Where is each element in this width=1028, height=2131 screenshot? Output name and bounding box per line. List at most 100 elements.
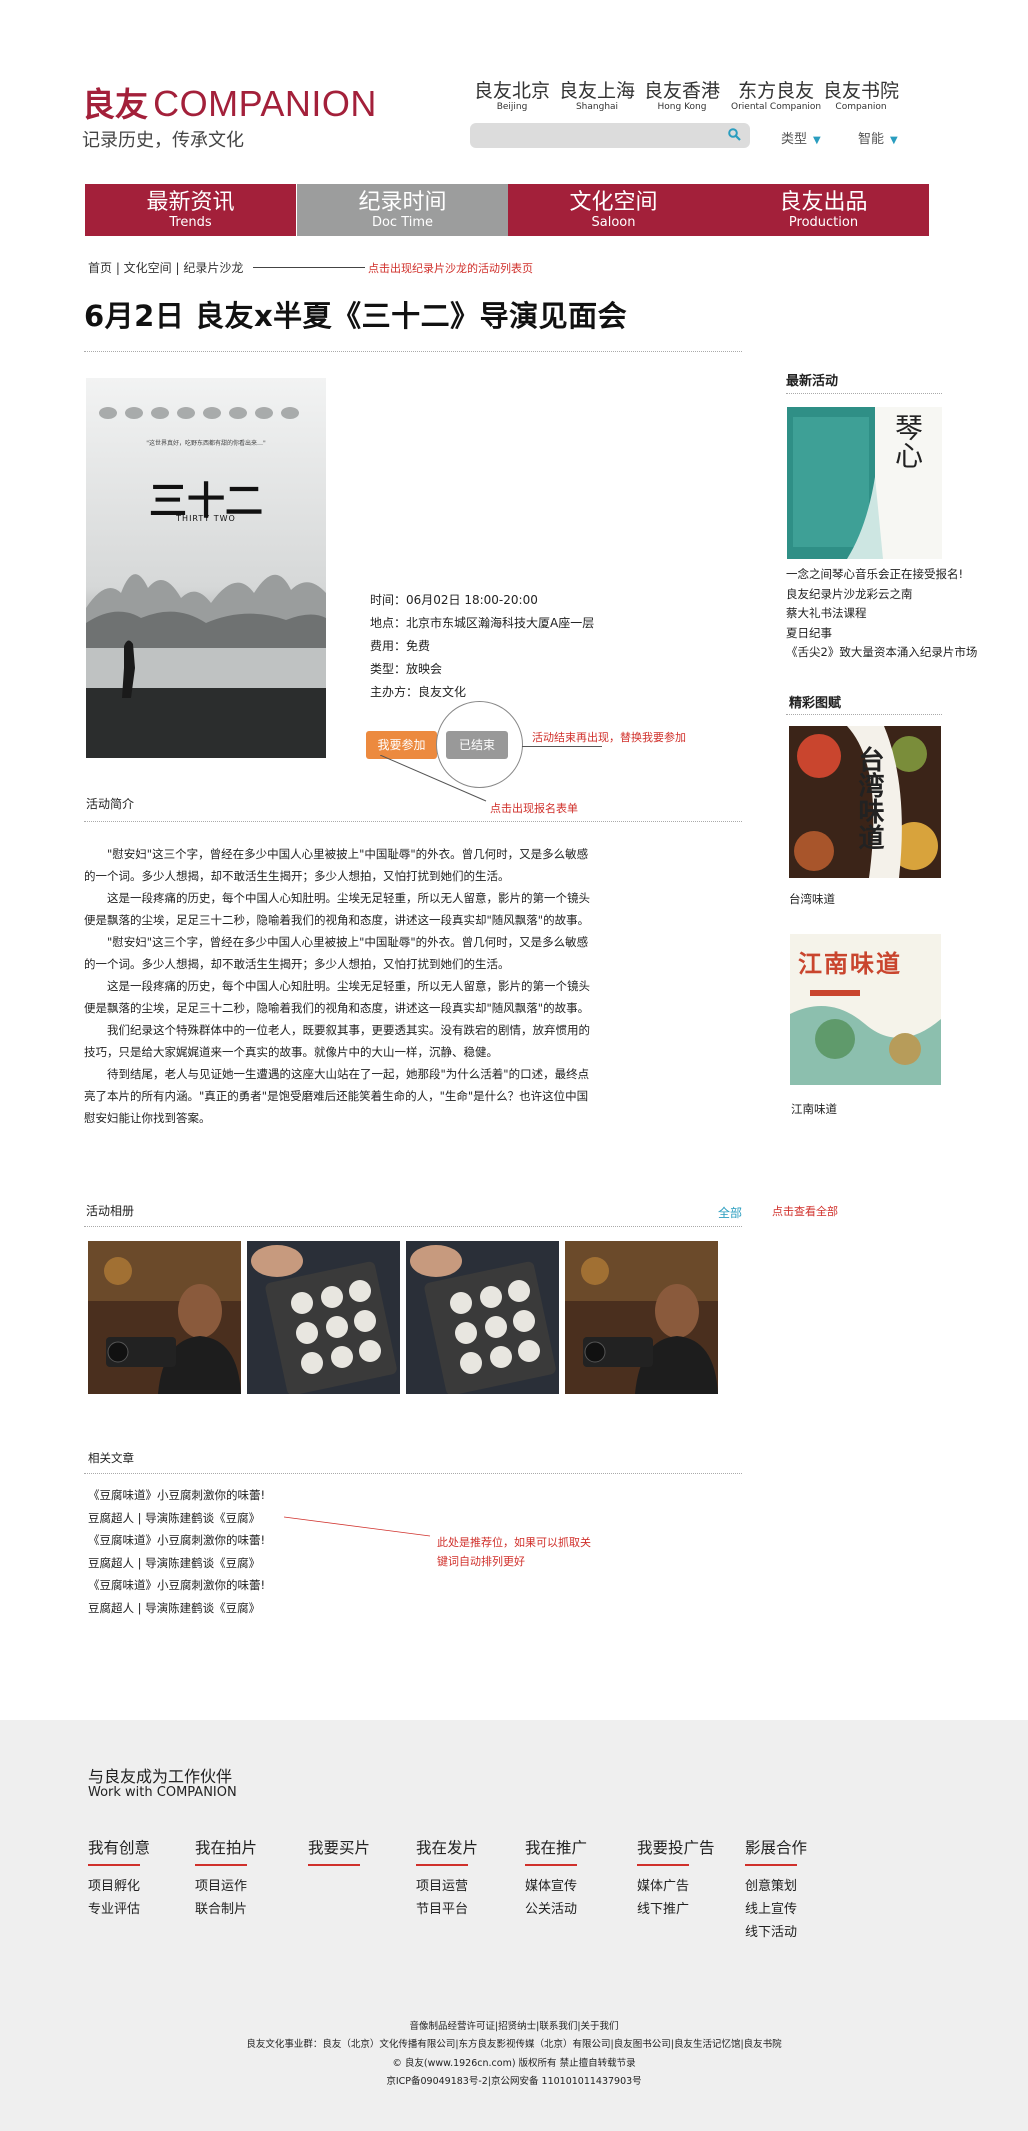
footer-col-title[interactable]: 影展合作 xyxy=(745,1836,807,1858)
divider xyxy=(786,714,942,715)
logo-cn: 良友 xyxy=(82,85,148,124)
latest-item[interactable]: 一念之间琴心音乐会正在接受报名! xyxy=(786,565,977,585)
nav-label-en: Trends xyxy=(169,215,212,230)
footer-col-title[interactable]: 我在推广 xyxy=(525,1836,587,1858)
nav-production[interactable]: 良友出品 Production xyxy=(718,184,929,236)
branch-en: Shanghai xyxy=(575,102,619,112)
taiwan-art-text: 台湾味道 xyxy=(854,746,884,850)
footer-link[interactable]: 创意策划 xyxy=(745,1875,807,1898)
footer-link[interactable]: 项目运营 xyxy=(416,1875,478,1898)
type-dropdown[interactable]: 类型 ▼ xyxy=(781,128,821,147)
branch-shanghai[interactable]: 良友上海 Shanghai xyxy=(559,80,635,112)
footer-underline xyxy=(88,1864,140,1866)
branch-en: Oriental Companion xyxy=(731,102,822,112)
branch-cn: 东方良友 xyxy=(738,80,815,102)
gallery-taiwan[interactable]: 台湾味道 xyxy=(789,726,941,878)
photo-man-camera xyxy=(88,1241,241,1394)
event-type: 类型：放映会 xyxy=(370,662,443,676)
annotation-note: 点击查看全部 xyxy=(772,1205,838,1218)
nav-doc-time[interactable]: 纪录时间 Doc Time xyxy=(297,184,508,236)
album-photo[interactable] xyxy=(565,1241,718,1394)
footer-underline xyxy=(416,1864,468,1866)
footer-underline xyxy=(308,1864,360,1866)
annotation-line xyxy=(380,755,487,802)
nav-label-en: Saloon xyxy=(591,215,636,230)
footer-col-title[interactable]: 我在发片 xyxy=(416,1836,478,1858)
related-link[interactable]: 豆腐超人 | 导演陈建鹤谈《豆腐》 xyxy=(88,1552,265,1575)
footer-link[interactable]: 媒体宣传 xyxy=(525,1875,587,1898)
footer-link[interactable]: 节目平台 xyxy=(416,1898,478,1921)
latest-event-image[interactable]: 琴心 xyxy=(787,407,942,559)
footer-link[interactable]: 媒体广告 xyxy=(637,1875,715,1898)
footer-col-ads: 我要投广告 媒体广告 线下推广 xyxy=(637,1836,715,1921)
footer-col-shooting: 我在拍片 项目运作 联合制片 xyxy=(195,1836,257,1921)
latest-item[interactable]: 蔡大礼书法课程 xyxy=(786,604,977,624)
nav-label-cn: 最新资讯 xyxy=(146,190,235,215)
footer-col-title[interactable]: 我要投广告 xyxy=(637,1836,715,1858)
branch-cn: 良友北京 xyxy=(474,80,551,102)
album-heading: 活动相册 xyxy=(86,1204,135,1218)
type-dropdown-label: 类型 xyxy=(781,132,808,147)
branch-hongkong[interactable]: 良友香港 Hong Kong xyxy=(644,80,720,112)
latest-item[interactable]: 夏日纪事 xyxy=(786,624,977,644)
breadcrumb[interactable]: 首页 | 文化空间 | 纪录片沙龙 xyxy=(88,259,243,276)
footer-link[interactable]: 专业评估 xyxy=(88,1898,150,1921)
intro-paragraph: "慰安妇"这三个字，曾经在多少中国人心里被披上"中国耻辱"的外衣。曾几何时，又是… xyxy=(84,847,589,883)
intro-paragraph: 这是一段疼痛的历史，每个中国人心知肚明。尘埃无足轻重，所以无人留意，影片的第一个… xyxy=(84,979,590,1015)
nav-trends[interactable]: 最新资讯 Trends xyxy=(85,184,296,236)
intro-paragraph: 这是一段疼痛的历史，每个中国人心知肚明。尘埃无足轻重，所以无人留意，影片的第一个… xyxy=(84,891,590,927)
intro-text: "慰安妇"这三个字，曾经在多少中国人心里被披上"中国耻辱"的外衣。曾几何时，又是… xyxy=(84,843,594,1129)
site-logo[interactable]: 良友 COMPANION xyxy=(82,78,377,126)
gallery-jiangnan[interactable]: 江南味道 xyxy=(790,934,941,1085)
footer-link[interactable]: 项目运作 xyxy=(195,1875,257,1898)
footer-link[interactable]: 线下推广 xyxy=(637,1898,715,1921)
search-input[interactable] xyxy=(470,123,750,148)
footer-links[interactable]: 音像制品经营许可证|招贤纳士|联系我们|关于我们 xyxy=(0,2018,1028,2032)
footer-col-title[interactable]: 我有创意 xyxy=(88,1836,150,1858)
related-link[interactable]: 《豆腐味道》小豆腐刺激你的味蕾! xyxy=(88,1574,265,1597)
footer-link[interactable]: 线下活动 xyxy=(745,1921,807,1944)
album-photo[interactable] xyxy=(88,1241,241,1394)
footer-col-title[interactable]: 我要买片 xyxy=(308,1836,370,1858)
poster-subtitle: THIRTY TWO xyxy=(176,514,236,523)
album-photo[interactable] xyxy=(406,1241,559,1394)
nav-saloon[interactable]: 文化空间 Saloon xyxy=(508,184,719,236)
divider xyxy=(786,393,942,394)
event-place: 地点：北京市东城区瀚海科技大厦A座一层 xyxy=(370,616,595,630)
album-all-link[interactable]: 全部 xyxy=(718,1204,742,1221)
branch-academy[interactable]: 良友书院 Companion xyxy=(823,80,899,112)
footer-col-festival: 影展合作 创意策划 线上宣传 线下活动 xyxy=(745,1836,807,1944)
footer-link[interactable]: 公关活动 xyxy=(525,1898,587,1921)
galleries-heading: 精彩图赋 xyxy=(789,696,842,711)
smart-dropdown[interactable]: 智能 ▼ xyxy=(858,128,898,147)
footer-link[interactable]: 线上宣传 xyxy=(745,1898,807,1921)
branch-cn: 良友上海 xyxy=(559,80,636,102)
chevron-down-icon: ▼ xyxy=(890,135,898,146)
event-host: 主办方：良友文化 xyxy=(370,685,467,699)
chevron-down-icon: ▼ xyxy=(813,135,821,146)
gallery-label[interactable]: 台湾味道 xyxy=(789,890,835,910)
footer-col-title[interactable]: 我在拍片 xyxy=(195,1836,257,1858)
related-link[interactable]: 《豆腐味道》小豆腐刺激你的味蕾! xyxy=(88,1529,265,1552)
related-link[interactable]: 豆腐超人 | 导演陈建鹤谈《豆腐》 xyxy=(88,1507,265,1530)
related-link[interactable]: 《豆腐味道》小豆腐刺激你的味蕾! xyxy=(88,1484,265,1507)
branch-beijing[interactable]: 良友北京 Beijing xyxy=(474,80,550,112)
branch-en: Beijing xyxy=(496,102,528,112)
footer-tagline-en: Work with COMPANION xyxy=(88,1785,237,1800)
album-photo[interactable] xyxy=(247,1241,400,1394)
footer-link[interactable]: 项目孵化 xyxy=(88,1875,150,1898)
related-link[interactable]: 豆腐超人 | 导演陈建鹤谈《豆腐》 xyxy=(88,1597,265,1620)
related-heading: 相关文章 xyxy=(88,1451,134,1465)
footer-link[interactable]: 联合制片 xyxy=(195,1898,257,1921)
intro-paragraph: "慰安妇"这三个字，曾经在多少中国人心里被披上"中国耻辱"的外衣。曾几何时，又是… xyxy=(84,935,589,971)
branch-cn: 良友香港 xyxy=(644,80,721,102)
divider xyxy=(84,821,742,822)
latest-item[interactable]: 良友纪录片沙龙彩云之南 xyxy=(786,585,977,605)
branch-en: Hong Kong xyxy=(657,102,707,112)
latest-item[interactable]: 《舌尖2》致大量资本涌入纪录片市场 xyxy=(786,643,977,663)
branch-oriental[interactable]: 东方良友 Oriental Companion xyxy=(731,80,821,112)
intro-paragraph: 我们纪录这个特殊群体中的一位老人，既要叙其事，更要透其实。没有跌宕的剧情，放弃惯… xyxy=(84,1023,590,1059)
gallery-label[interactable]: 江南味道 xyxy=(791,1100,837,1120)
search-icon[interactable] xyxy=(728,128,741,141)
event-time: 时间：06月02日 18:00-20:00 xyxy=(370,593,538,607)
